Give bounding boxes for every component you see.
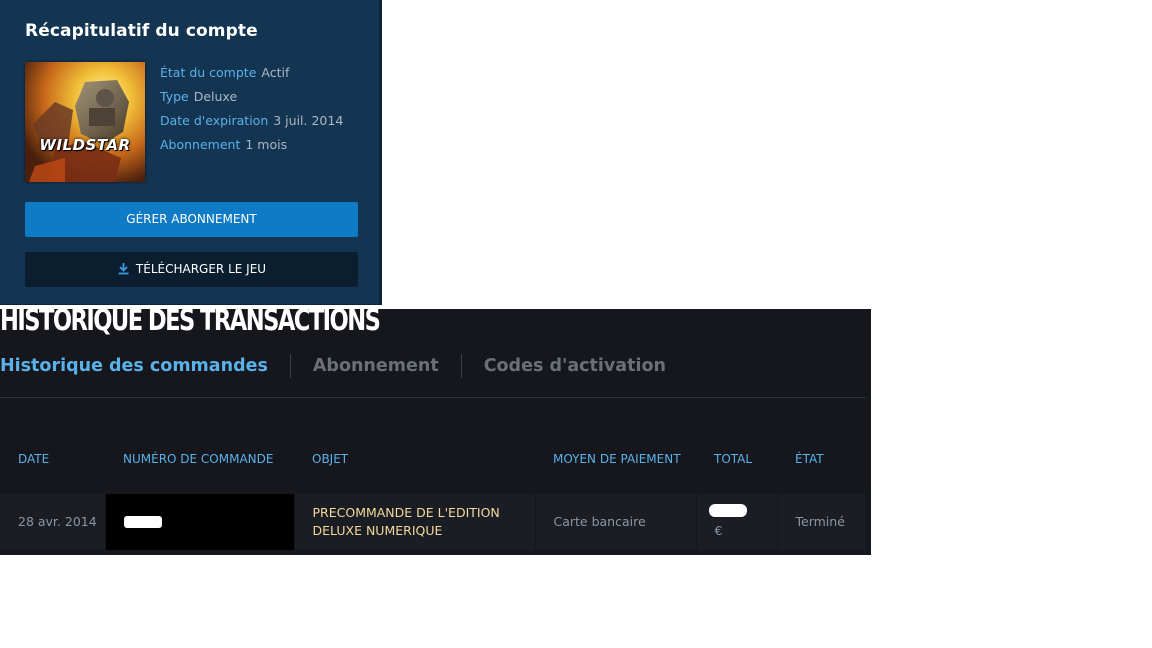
column-header-total: TOTAL xyxy=(714,452,753,466)
info-value: 3 juil. 2014 xyxy=(273,113,344,128)
cell-object: PRECOMMANDE DE L'EDITION DELUXE NUMERIQU… xyxy=(294,494,536,550)
column-header-object: OBJET xyxy=(312,452,349,466)
history-tabs: Historique des commandes Abonnement Code… xyxy=(0,353,666,379)
column-header-payment: MOYEN DE PAIEMENT xyxy=(553,452,681,466)
info-label: Type xyxy=(160,89,189,104)
account-summary-panel: Récapitulatif du compte WILDSTAR État du… xyxy=(0,0,382,305)
redaction-mark xyxy=(708,504,747,517)
cell-total: € xyxy=(696,494,778,550)
tabs-divider xyxy=(0,397,866,398)
manage-subscription-button[interactable]: GÉRER ABONNEMENT xyxy=(25,202,358,237)
wildstar-cover-art xyxy=(25,62,145,182)
cell-date: 28 avr. 2014 xyxy=(0,494,106,550)
column-header-order-number: NUMÉRO DE COMMANDE xyxy=(123,452,274,466)
download-icon xyxy=(118,262,129,274)
download-button-label: TÉLÉCHARGER LE JEU xyxy=(135,262,267,276)
info-label: Abonnement xyxy=(160,137,241,152)
info-value: Deluxe xyxy=(193,89,238,104)
info-value: 1 mois xyxy=(245,137,288,152)
total-currency: € xyxy=(714,523,723,538)
cell-status: Terminé xyxy=(777,494,866,550)
info-label: Date d'expiration xyxy=(160,113,269,128)
tab-separator xyxy=(460,354,462,378)
download-game-button[interactable]: TÉLÉCHARGER LE JEU xyxy=(25,252,358,287)
transaction-history-panel: HISTORIQUE DES TRANSACTIONS Historique d… xyxy=(0,303,871,555)
tab-subscription[interactable]: Abonnement xyxy=(313,356,439,376)
info-row-account-state: État du compte Actif xyxy=(160,65,289,80)
info-row-type: Type Deluxe xyxy=(160,89,237,104)
history-title: HISTORIQUE DES TRANSACTIONS xyxy=(0,303,381,337)
column-header-date: DATE xyxy=(18,452,50,466)
tab-separator xyxy=(289,354,291,378)
redaction-mark xyxy=(123,515,162,528)
info-row-expiration: Date d'expiration 3 juil. 2014 xyxy=(160,113,343,128)
info-row-subscription: Abonnement 1 mois xyxy=(160,137,287,152)
game-logo-text: WILDSTAR xyxy=(39,136,131,154)
cell-order-number-redacted xyxy=(105,494,295,550)
info-label: État du compte xyxy=(160,65,257,80)
tab-activation-codes[interactable]: Codes d'activation xyxy=(484,356,666,376)
info-value: Actif xyxy=(261,65,290,80)
cell-payment: Carte bancaire xyxy=(535,494,697,550)
transactions-table: DATE NUMÉRO DE COMMANDE OBJET MOYEN DE P… xyxy=(0,434,866,550)
tab-order-history[interactable]: Historique des commandes xyxy=(0,356,268,376)
table-header-row: DATE NUMÉRO DE COMMANDE OBJET MOYEN DE P… xyxy=(0,434,866,494)
column-header-status: ÉTAT xyxy=(795,452,824,466)
table-row: 28 avr. 2014 PRECOMMANDE DE L'EDITION DE… xyxy=(0,494,866,550)
summary-title: Récapitulatif du compte xyxy=(25,21,258,41)
game-cover-image: WILDSTAR xyxy=(25,62,145,182)
